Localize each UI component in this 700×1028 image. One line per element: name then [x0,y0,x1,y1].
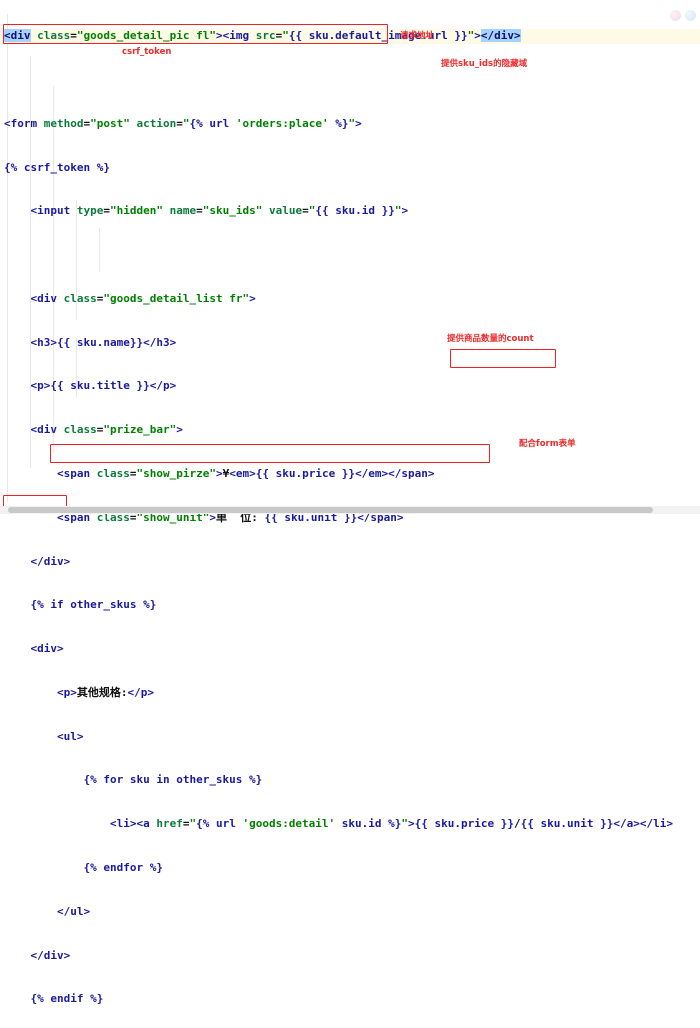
code-content[interactable]: <div class="goods_detail_pic fl"><img sr… [0,0,700,1028]
selected-token: <div [4,29,31,43]
code-line[interactable]: {% csrf_token %} [0,161,700,176]
code-line[interactable]: <form method="post" action="{% url 'orde… [0,117,700,132]
decorative-circle-icon-blue [685,10,696,21]
code-line[interactable]: <p>其他规格:</p> [0,686,700,701]
code-editor[interactable]: <div class="goods_detail_pic fl"><img sr… [0,0,700,1005]
annotation-count: 提供商品数量的count [447,334,534,344]
annotation-csrf-token: csrf_token [122,47,172,57]
code-line[interactable]: </div> [0,949,700,964]
code-line[interactable]: {% endif %} [0,992,700,1007]
code-line[interactable]: </ul> [0,905,700,920]
code-line[interactable]: {% endfor %} [0,861,700,876]
code-line[interactable]: <div class="goods_detail_list fr"> [0,292,700,307]
code-line[interactable]: <li><a href="{% url 'goods:detail' sku.i… [0,817,700,832]
code-line[interactable]: <div> [0,642,700,657]
decorative-circle-icon-pink [670,10,681,21]
annotation-form-submit: 配合form表单 [519,439,576,449]
horizontal-scrollbar[interactable] [0,506,700,514]
scrollbar-thumb[interactable] [8,507,653,513]
code-line[interactable]: </div> [0,555,700,570]
annotation-request-url: 请求地址 [400,31,435,41]
code-line[interactable]: <p>{{ sku.title }}</p> [0,379,700,394]
code-line[interactable]: <input type="hidden" name="sku_ids" valu… [0,204,700,219]
code-line[interactable]: <div class="prize_bar"> [0,423,700,438]
code-line[interactable]: <div class="goods_detail_pic fl"><img sr… [0,29,700,44]
code-line[interactable]: <span class="show_pirze">¥<em>{{ sku.pri… [0,467,700,482]
annotation-sku-ids: 提供sku_ids的隐藏域 [441,59,528,69]
code-line[interactable]: {% if other_skus %} [0,598,700,613]
code-line[interactable]: {% for sku in other_skus %} [0,773,700,788]
code-line[interactable]: <ul> [0,730,700,745]
code-line[interactable]: <h3>{{ sku.name}}</h3> [0,336,700,351]
top-right-icon-group [670,10,696,21]
